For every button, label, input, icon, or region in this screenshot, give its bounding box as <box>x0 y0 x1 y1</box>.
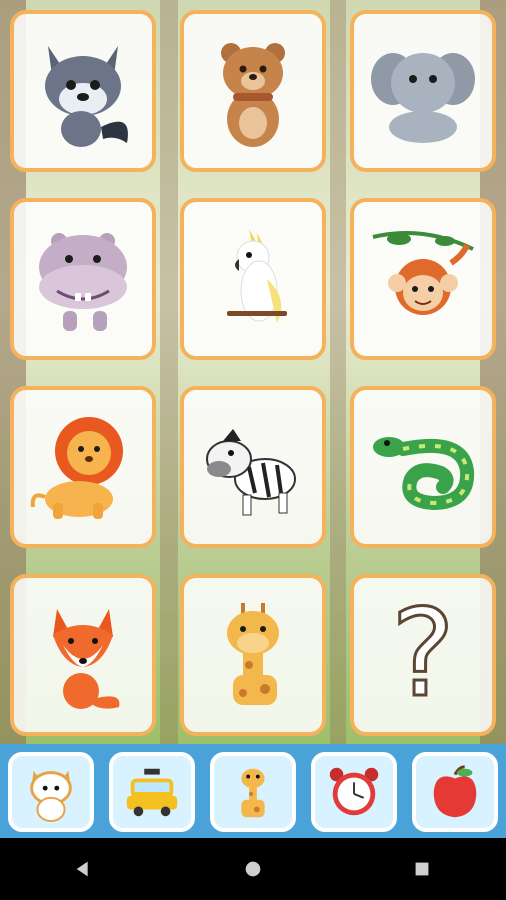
tile-monkey[interactable] <box>350 198 496 360</box>
elephant-icon <box>371 53 475 143</box>
tile-bear[interactable] <box>180 10 326 172</box>
snake-icon <box>373 437 475 511</box>
tile-snake[interactable] <box>350 386 496 548</box>
tile-cockatoo[interactable] <box>180 198 326 360</box>
giraffe-icon <box>241 768 265 818</box>
tile-hippo[interactable] <box>10 198 156 360</box>
fox-icon <box>53 609 120 709</box>
recents-button[interactable] <box>402 849 442 889</box>
giraffe-icon <box>227 603 279 705</box>
category-food-button[interactable] <box>412 752 498 832</box>
tile-elephant[interactable] <box>350 10 496 172</box>
lion-icon <box>30 417 123 519</box>
cockatoo-icon <box>227 229 287 323</box>
taxi-icon <box>126 768 178 817</box>
tile-wolf[interactable] <box>10 10 156 172</box>
tile-lion[interactable] <box>10 386 156 548</box>
hippo-icon <box>39 233 127 331</box>
tile-zebra[interactable] <box>180 386 326 548</box>
zebra-icon <box>206 429 296 516</box>
wolf-icon <box>45 46 128 147</box>
animal-grid: ? <box>10 10 496 736</box>
system-navigation-bar <box>0 838 506 900</box>
home-icon <box>245 861 261 877</box>
category-animals-button[interactable] <box>210 752 296 832</box>
category-vehicles-button[interactable] <box>109 752 195 832</box>
alarm-clock-icon <box>329 767 379 816</box>
category-time-button[interactable] <box>311 752 397 832</box>
tile-giraffe[interactable] <box>180 574 326 736</box>
apple-icon <box>433 765 477 818</box>
monkey-icon <box>372 231 474 315</box>
recents-icon <box>415 862 429 876</box>
home-button[interactable] <box>233 849 273 889</box>
back-button[interactable] <box>64 849 104 889</box>
category-cat-button[interactable] <box>8 752 94 832</box>
back-icon <box>76 861 88 877</box>
tile-fox[interactable] <box>10 574 156 736</box>
tile-question-mark[interactable]: ? <box>350 574 496 736</box>
question-mark-icon: ? <box>390 585 457 724</box>
bear-icon <box>221 43 285 147</box>
category-bar <box>0 744 506 838</box>
cat-icon <box>30 770 72 823</box>
